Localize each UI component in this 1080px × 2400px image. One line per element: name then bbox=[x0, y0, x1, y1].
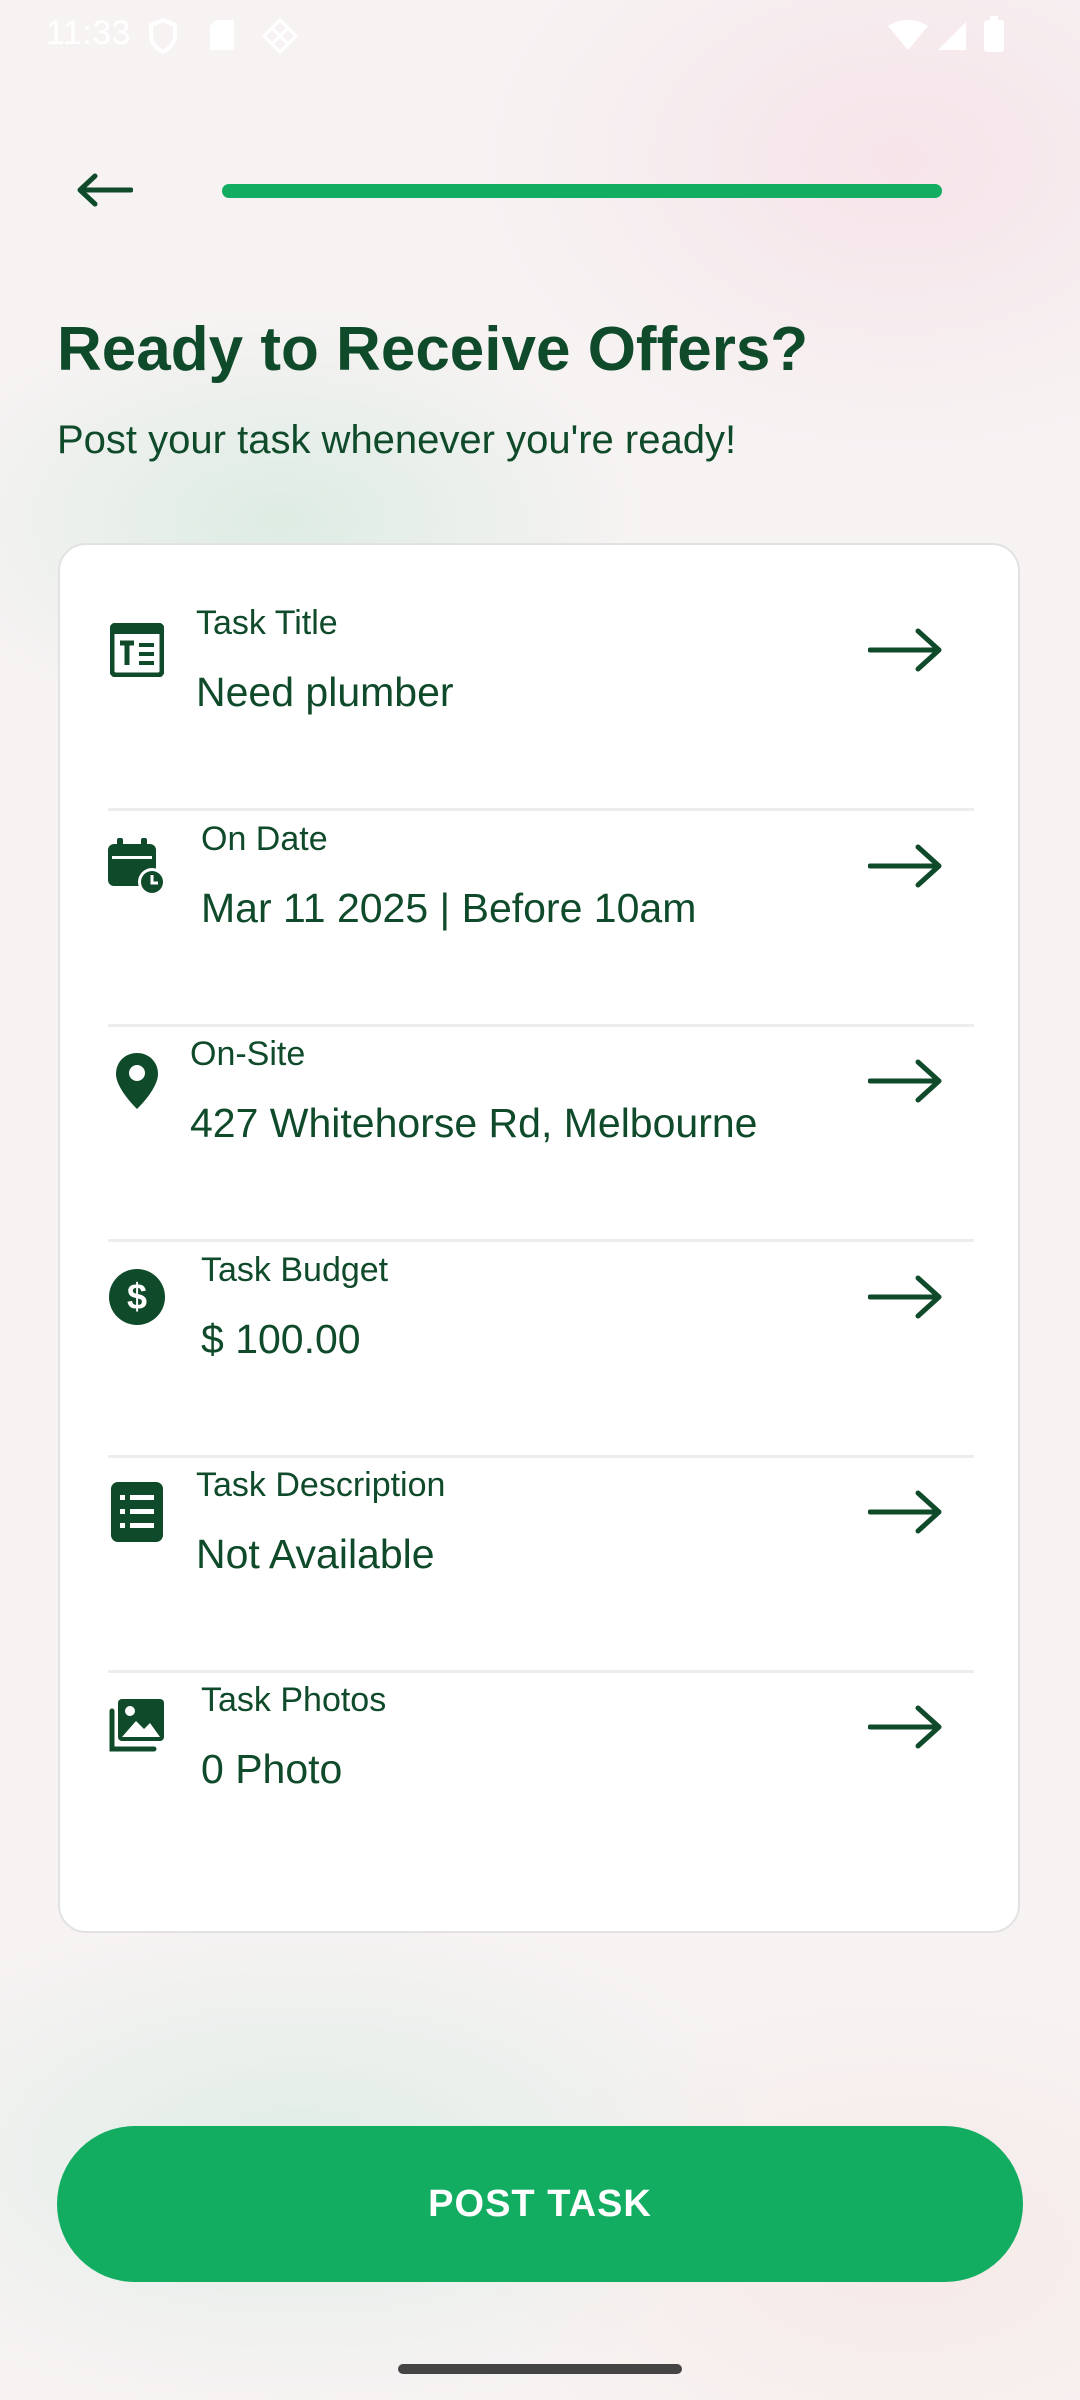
on-date-row[interactable]: On Date Mar 11 2025 | Before 10am bbox=[108, 761, 974, 976]
on-date-label: On Date bbox=[201, 820, 328, 858]
post-task-button[interactable]: POST TASK bbox=[57, 2126, 1023, 2282]
task-summary-card: Task Title Need plumber On Date Mar 11 2… bbox=[58, 543, 1020, 1933]
task-title-label: Task Title bbox=[196, 604, 338, 642]
home-indicator bbox=[398, 2364, 682, 2374]
task-description-row[interactable]: Task Description Not Available bbox=[108, 1407, 974, 1622]
on-site-row[interactable]: On-Site 427 Whitehorse Rd, Melbourne bbox=[108, 976, 974, 1191]
task-title-value: Need plumber bbox=[196, 669, 454, 715]
arrow-right-icon bbox=[867, 1702, 944, 1752]
sd-card-icon bbox=[208, 18, 236, 57]
signal-icon bbox=[936, 20, 968, 57]
arrow-right-icon bbox=[867, 841, 944, 891]
title-text-icon bbox=[108, 619, 166, 681]
page-subtitle: Post your task whenever you're ready! bbox=[57, 418, 737, 462]
status-bar: 11:33 bbox=[0, 0, 1080, 72]
task-photos-row[interactable]: Task Photos 0 Photo bbox=[108, 1622, 974, 1837]
task-budget-label: Task Budget bbox=[201, 1251, 389, 1289]
arrow-right-icon bbox=[867, 1056, 944, 1106]
progress-fill bbox=[222, 184, 942, 198]
page-title: Ready to Receive Offers? bbox=[57, 315, 809, 384]
task-photos-label: Task Photos bbox=[201, 1681, 387, 1719]
shield-icon bbox=[148, 17, 178, 59]
battery-icon bbox=[984, 16, 1004, 57]
progress-bar bbox=[222, 184, 942, 198]
on-site-value: 427 Whitehorse Rd, Melbourne bbox=[190, 1100, 758, 1146]
task-photos-value: 0 Photo bbox=[201, 1746, 343, 1792]
on-site-label: On-Site bbox=[190, 1035, 306, 1073]
task-description-value: Not Available bbox=[196, 1531, 435, 1577]
svg-text:$: $ bbox=[127, 1276, 147, 1317]
arrow-right-icon bbox=[867, 1272, 944, 1322]
back-button[interactable] bbox=[62, 160, 146, 224]
arrow-left-icon bbox=[75, 172, 134, 213]
on-date-value: Mar 11 2025 | Before 10am bbox=[201, 885, 697, 931]
status-time: 11:33 bbox=[46, 14, 132, 52]
task-title-row[interactable]: Task Title Need plumber bbox=[108, 545, 974, 760]
arrow-right-icon bbox=[867, 1487, 944, 1537]
location-pin-icon bbox=[108, 1050, 166, 1112]
diamond-pattern-icon bbox=[261, 17, 299, 59]
arrow-right-icon bbox=[867, 625, 944, 675]
dollar-circle-icon: $ bbox=[108, 1266, 166, 1328]
task-budget-row[interactable]: $ Task Budget $ 100.00 bbox=[108, 1192, 974, 1407]
wifi-icon bbox=[888, 20, 928, 57]
description-list-icon bbox=[108, 1481, 166, 1543]
calendar-clock-icon bbox=[108, 835, 166, 897]
photos-icon bbox=[108, 1696, 166, 1758]
task-description-label: Task Description bbox=[196, 1466, 446, 1504]
task-budget-value: $ 100.00 bbox=[201, 1316, 361, 1362]
